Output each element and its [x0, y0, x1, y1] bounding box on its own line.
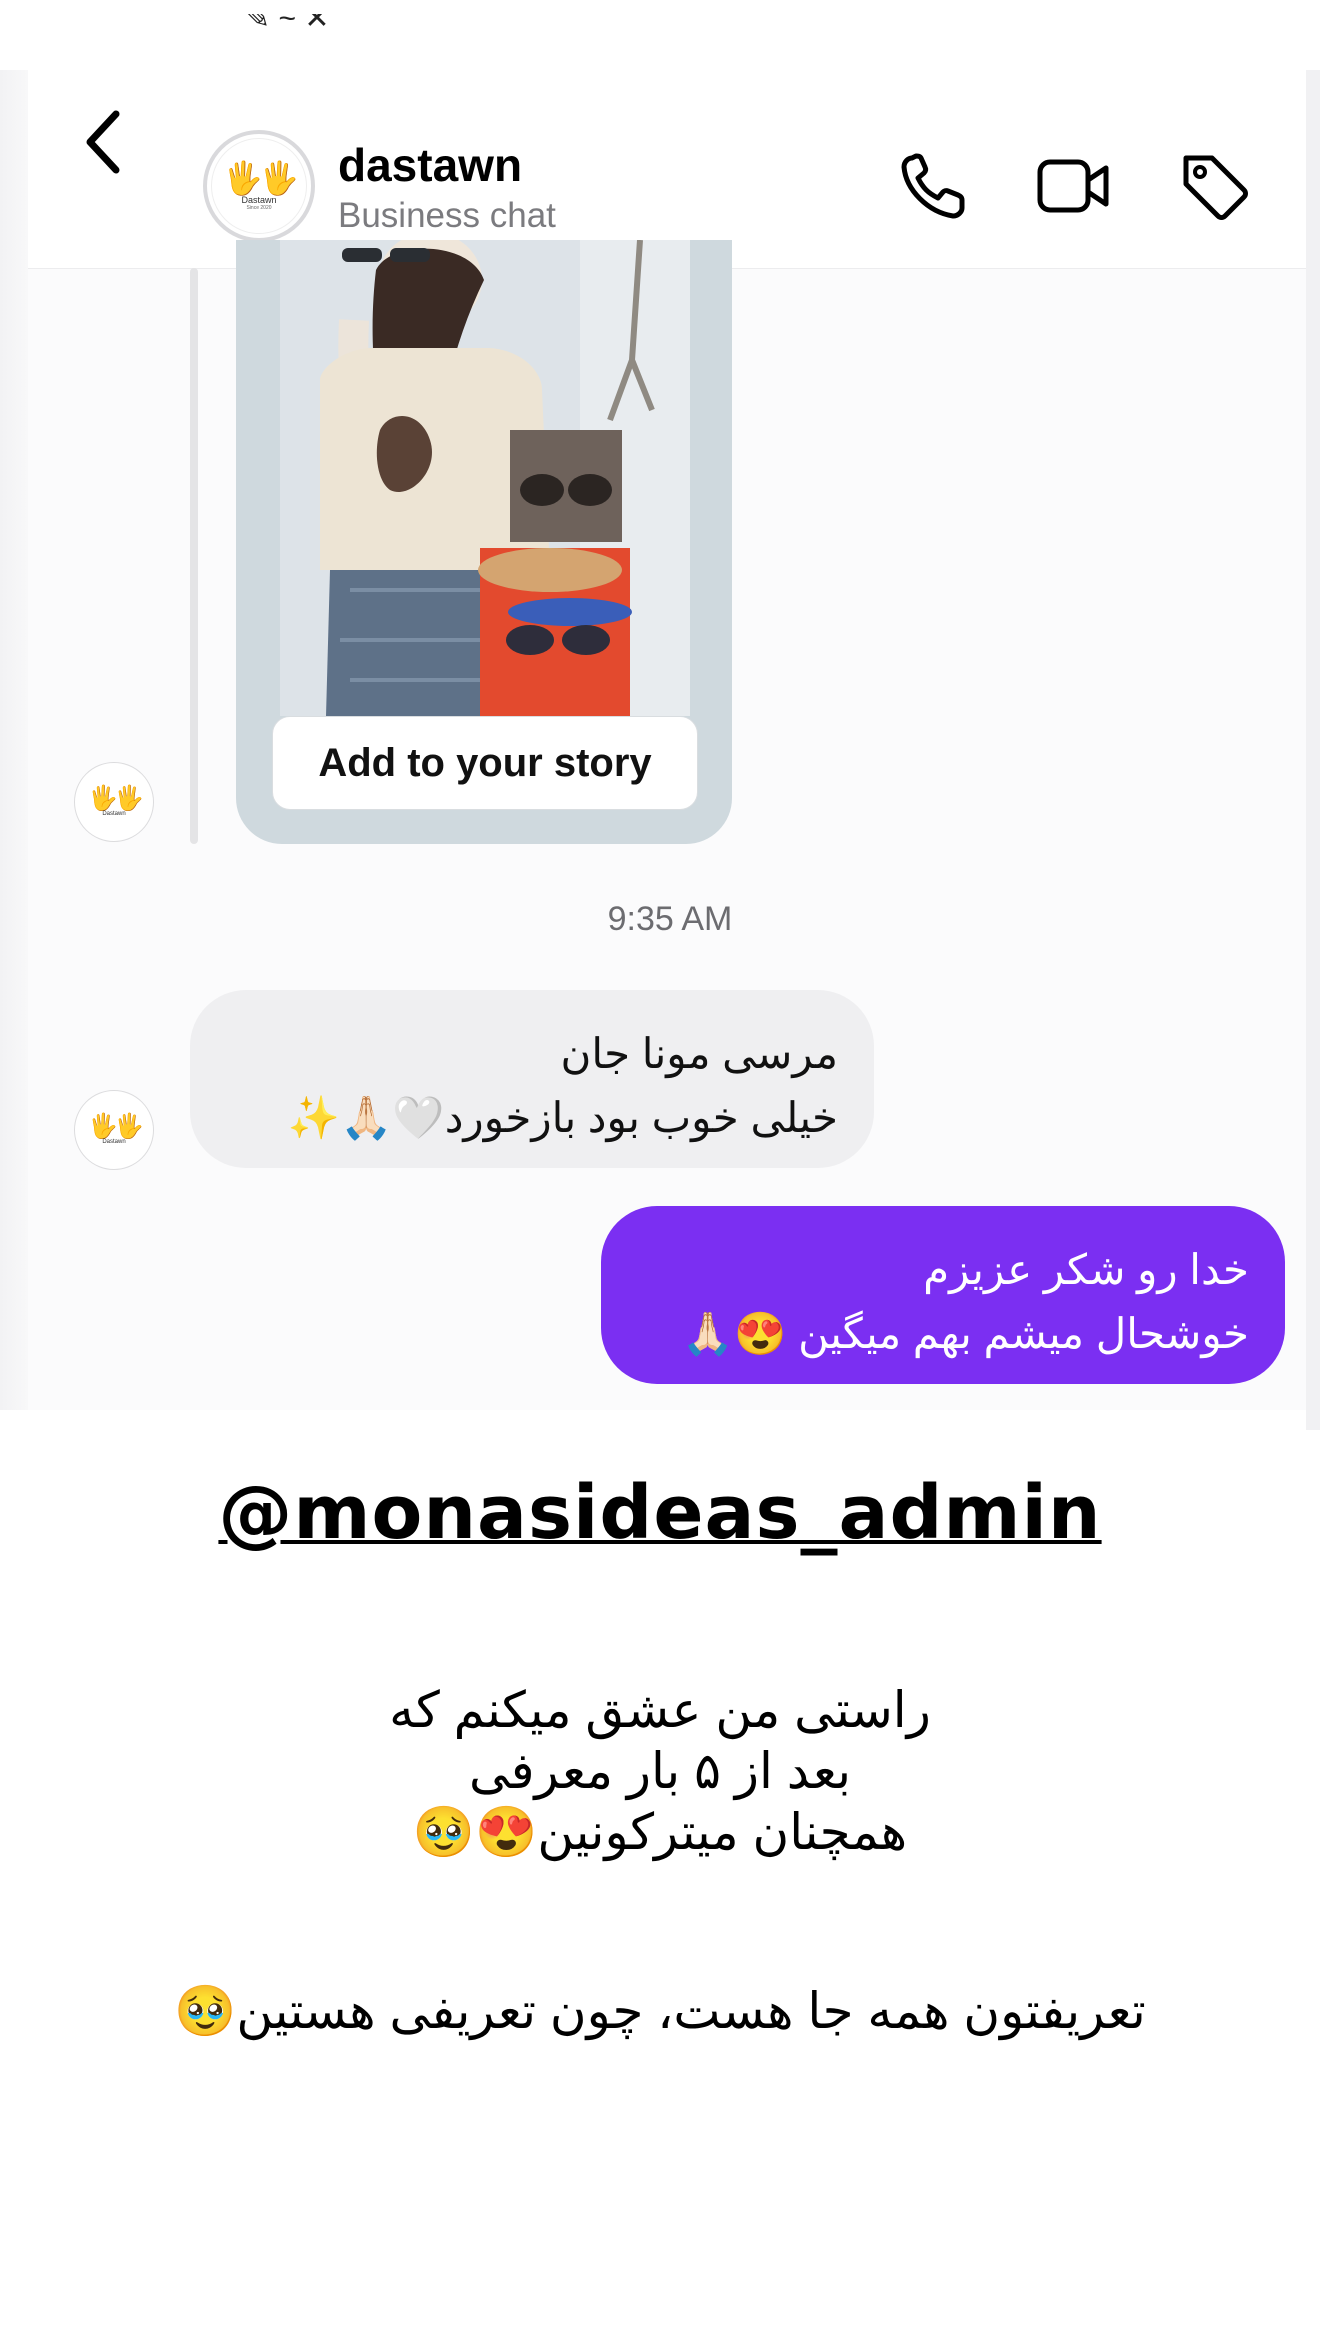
- brand-logo-text: Dastawn: [102, 810, 126, 817]
- label-tag-button[interactable]: [1178, 150, 1250, 222]
- story-reply-rail: [190, 268, 198, 844]
- contact-avatar[interactable]: 🖐🖐 Dastawn Since 2020: [203, 130, 315, 242]
- message-text: خدا رو شکر عزیزم: [923, 1246, 1249, 1293]
- chat-card-right-edge: [1306, 70, 1320, 1430]
- back-button[interactable]: [72, 88, 136, 188]
- cropped-text-fragment: ✎ ~ ✕: [245, 14, 330, 35]
- caption-line: بعد از ۵ بار معرفی: [468, 1743, 852, 1799]
- story-photo: [280, 240, 690, 716]
- phone-icon: [901, 153, 965, 219]
- message-text: مرسی مونا جان: [560, 1030, 839, 1077]
- brand-logo-text: Dastawn: [102, 1138, 126, 1145]
- caption-line: همچنان میترکونین😍🥹: [412, 1804, 908, 1860]
- mention-handle[interactable]: @monasideas_admin: [0, 1470, 1320, 1556]
- hands-logo-icon: 🖐🖐: [88, 784, 144, 812]
- brand-logo-since: Since 2020: [246, 205, 272, 211]
- hands-logo-icon: 🖐🖐: [223, 160, 299, 196]
- story-caption-secondary: تعریفتون همه جا هست، چون تعریفی هستین🥹: [174, 1983, 1146, 2039]
- chevron-left-icon: [86, 110, 120, 174]
- chat-card-left-edge: [0, 70, 28, 1410]
- incoming-message-bubble[interactable]: مرسی مونا جان خیلی خوب بود بازخورد🤍🙏🏻✨: [190, 990, 874, 1168]
- message-text: خیلی خوب بود بازخورد🤍🙏🏻✨: [287, 1094, 838, 1141]
- contact-subtitle: Business chat: [338, 196, 556, 235]
- top-strip: ✎ ~ ✕: [0, 0, 1320, 70]
- message-text: خوشحال میشم بهم میگین 😍🙏🏻: [681, 1310, 1249, 1357]
- story-caption: راستی من عشق میکنم که بعد از ۵ بار معرفی…: [0, 1680, 1320, 1863]
- brand-logo: 🖐🖐 Dastawn Since 2020: [211, 138, 307, 234]
- story-image: [280, 240, 690, 716]
- sender-avatar[interactable]: 🖐🖐 Dastawn: [74, 762, 154, 842]
- voice-call-button[interactable]: [898, 150, 970, 222]
- video-call-button[interactable]: [1036, 150, 1109, 222]
- video-camera-icon: [1037, 159, 1109, 213]
- hands-logo-icon: 🖐🖐: [88, 1112, 144, 1140]
- sender-avatar[interactable]: 🖐🖐 Dastawn: [74, 1090, 154, 1170]
- outgoing-message-bubble[interactable]: خدا رو شکر عزیزم خوشحال میشم بهم میگین 😍…: [601, 1206, 1285, 1384]
- contact-name[interactable]: dastawn: [338, 138, 522, 192]
- caption-line: راستی من عشق میکنم که: [389, 1682, 931, 1738]
- add-to-story-button[interactable]: Add to your story: [272, 716, 698, 810]
- tag-icon: [1183, 155, 1248, 220]
- message-timestamp: 9:35 AM: [607, 900, 733, 938]
- brand-logo-text: Dastawn: [241, 195, 277, 205]
